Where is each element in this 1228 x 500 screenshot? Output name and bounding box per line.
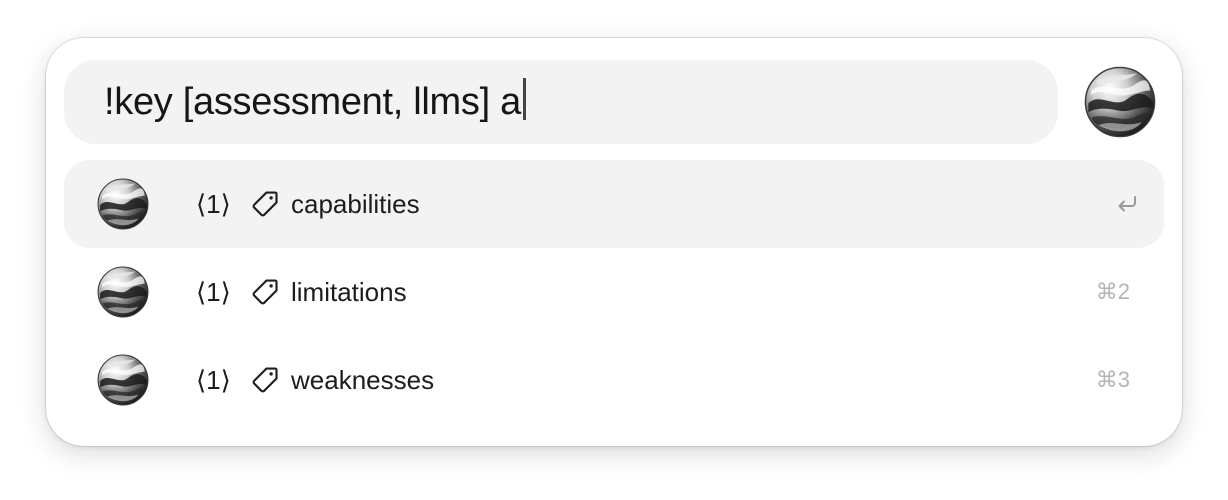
command-palette: !key [assessment, llms] a ⟨1⟩ capabiliti… <box>46 38 1182 446</box>
search-input[interactable]: !key [assessment, llms] a <box>104 81 521 124</box>
tag-icon <box>250 365 280 395</box>
result-label: limitations <box>291 277 407 307</box>
search-field[interactable]: !key [assessment, llms] a <box>64 60 1058 144</box>
result-count: ⟨1⟩ <box>196 277 231 307</box>
orb-avatar-icon <box>97 178 149 230</box>
tag-icon <box>250 277 280 307</box>
keyboard-shortcut: ⌘2 <box>1095 279 1130 304</box>
result-item-limitations[interactable]: ⟨1⟩ limitations ⌘2 <box>64 248 1164 336</box>
result-label: weaknesses <box>291 365 435 395</box>
assistant-avatar-icon[interactable] <box>1084 66 1156 138</box>
result-count: ⟨1⟩ <box>196 189 231 219</box>
result-item-weaknesses[interactable]: ⟨1⟩ weaknesses ⌘3 <box>64 336 1164 424</box>
return-icon <box>1118 196 1136 212</box>
orb-avatar-icon <box>97 266 149 318</box>
orb-avatar-icon <box>97 354 149 406</box>
tag-icon <box>250 189 280 219</box>
result-count: ⟨1⟩ <box>196 365 231 395</box>
result-label: capabilities <box>291 189 420 219</box>
keyboard-shortcut: ⌘3 <box>1095 367 1130 392</box>
text-caret <box>522 78 526 120</box>
result-item-capabilities[interactable]: ⟨1⟩ capabilities <box>64 160 1164 248</box>
